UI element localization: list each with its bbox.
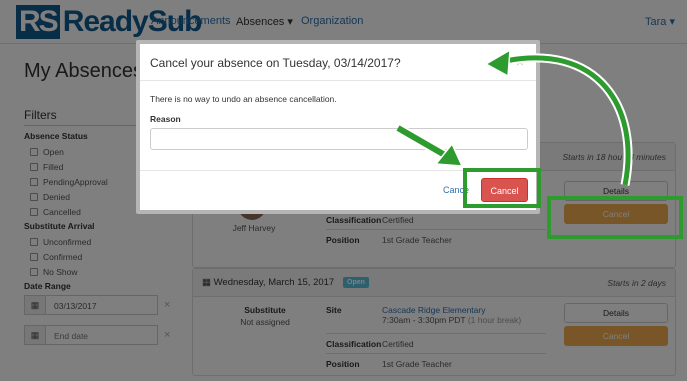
arrowhead (484, 48, 511, 78)
arrow-to-button (396, 125, 452, 161)
annotation-arrows (395, 48, 633, 186)
arrow-to-title (499, 55, 631, 186)
arrow-to-title (499, 53, 633, 186)
